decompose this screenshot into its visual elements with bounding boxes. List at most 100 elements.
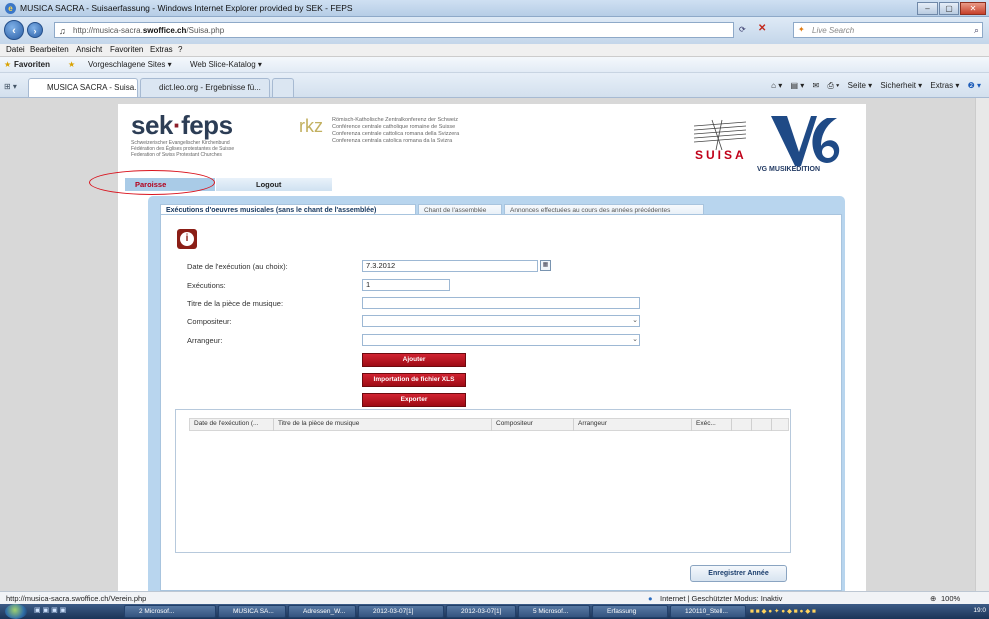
forward-arrow-icon[interactable]: › xyxy=(27,22,43,38)
chevron-down-icon[interactable]: ⌄ xyxy=(630,316,640,326)
web-slice-gallery-link[interactable]: Web Slice-Katalog ▾ xyxy=(190,60,262,69)
start-button[interactable] xyxy=(5,604,27,619)
taskbar-clock: 19:0 xyxy=(973,607,986,614)
compositeur-select[interactable] xyxy=(362,315,640,327)
menu-bar: Datei Bearbeiten Ansicht Favoriten Extra… xyxy=(0,44,989,57)
taskbar-item[interactable]: 2012-03-07[1] xyxy=(446,605,516,618)
rkz-logo: rkz xyxy=(299,116,323,136)
music-note-icon: ♫ xyxy=(59,26,66,36)
import-xls-button[interactable]: Importation de fichier XLS xyxy=(362,373,466,387)
ie-logo-icon: e xyxy=(5,3,16,14)
rkz-line-de: Römisch-Katholische Zentralkonferenz der… xyxy=(332,117,458,123)
print-icon[interactable]: ⎙ ▾ xyxy=(827,81,839,90)
safety-menu[interactable]: Sicherheit ▾ xyxy=(880,81,922,90)
status-zoom[interactable]: 100% xyxy=(941,594,960,603)
logo-dot: · xyxy=(172,110,182,140)
taskbar-item[interactable]: 2012-03-07[1] xyxy=(358,605,444,618)
suggested-sites-link[interactable]: Vorgeschlagene Sites ▾ xyxy=(88,60,172,69)
live-search-icon: ✦ xyxy=(798,25,805,34)
suisa-staff-icon xyxy=(693,119,747,151)
menu-extras[interactable]: Extras xyxy=(150,45,173,54)
sek-feps-logo: sek·feps xyxy=(131,110,233,141)
favorites-button[interactable]: Favoriten xyxy=(14,60,50,69)
quick-launch-icons[interactable]: ▣ ▣ ▣ ▣ xyxy=(34,606,122,617)
logo-feps: feps xyxy=(181,110,233,140)
zoom-icon[interactable]: ⊕ xyxy=(930,594,936,603)
enregistrer-annee-button[interactable]: Enregistrer Année xyxy=(690,565,787,582)
vertical-scrollbar[interactable] xyxy=(975,98,989,591)
globe-icon: ● xyxy=(648,594,653,603)
column-extra-1[interactable] xyxy=(732,418,752,431)
compositeur-label: Compositeur: xyxy=(187,317,232,326)
menu-favoriten[interactable]: Favoriten xyxy=(110,45,143,54)
help-icon[interactable]: ❷ ▾ xyxy=(968,81,981,90)
feeds-icon[interactable]: ▤ ▾ xyxy=(790,81,804,90)
taskbar-item[interactable]: 120110_Stell... xyxy=(670,605,746,618)
rkz-line-fr: Conférence centrale catholique romaine d… xyxy=(332,124,456,130)
titre-label: Titre de la pièce de musique: xyxy=(187,299,284,308)
quick-tabs-icon[interactable]: ⊞ ▾ xyxy=(4,82,17,91)
mail-icon[interactable]: ✉ xyxy=(813,81,820,90)
taskbar-item[interactable]: 5 Microsof... xyxy=(518,605,590,618)
new-tab-button[interactable] xyxy=(272,78,294,97)
chevron-down-icon[interactable]: ⌄ xyxy=(630,335,640,345)
windows-taskbar: ▣ ▣ ▣ ▣ 2 Microsof... MUSICA SA... Adres… xyxy=(0,604,989,619)
favorites-bar: ★ Favoriten ★ Vorgeschlagene Sites ▾ Web… xyxy=(0,57,989,73)
column-executions[interactable]: Exéc... xyxy=(692,418,732,431)
system-tray-icons[interactable]: ■ ■ ◆ ● ✦ ● ◆ ■ ● ◆ ■ xyxy=(750,607,960,616)
browser-tab-bar: ⊞ ▾ MUSICA SACRA - Suisa... dict.leo.org… xyxy=(0,73,989,98)
logout-link[interactable]: Logout xyxy=(216,178,332,191)
refresh-icon[interactable]: ⟳ xyxy=(739,25,746,34)
close-button[interactable]: ✕ xyxy=(960,2,986,15)
browser-tab-musica-sacra[interactable]: MUSICA SACRA - Suisa... xyxy=(28,78,138,97)
taskbar-item[interactable]: 2 Microsof... xyxy=(124,605,216,618)
status-bar: http://musica-sacra.swoffice.ch/Verein.p… xyxy=(0,591,989,604)
date-label: Date de l'exécution (au choix): xyxy=(187,262,288,271)
taskbar-item[interactable]: Adressen_W... xyxy=(288,605,356,618)
search-input[interactable]: ✦ Live Search ⌕ xyxy=(793,22,983,38)
add-favorite-icon[interactable]: ★ xyxy=(68,60,75,69)
home-icon[interactable]: ⌂ ▾ xyxy=(771,81,782,90)
executions-input[interactable]: 1 xyxy=(362,279,450,291)
taskbar-item[interactable]: MUSICA SA... xyxy=(218,605,286,618)
status-url: http://musica-sacra.swoffice.ch/Verein.p… xyxy=(6,594,147,603)
address-bar[interactable]: ♫ http://musica-sacra.swoffice.ch/Suisa.… xyxy=(54,22,734,38)
tools-menu[interactable]: Extras ▾ xyxy=(930,81,959,90)
menu-bearbeiten[interactable]: Bearbeiten xyxy=(30,45,69,54)
browser-tab-dict-leo[interactable]: dict.leo.org - Ergebnisse fü... xyxy=(140,78,270,97)
navigation-bar: ‹ › ♫ http://musica-sacra.swoffice.ch/Su… xyxy=(0,17,989,44)
column-compositeur[interactable]: Compositeur xyxy=(492,418,574,431)
column-extra-2[interactable] xyxy=(752,418,772,431)
address-domain: swoffice.ch xyxy=(142,26,187,35)
address-prefix: http://musica-sacra. xyxy=(73,26,143,35)
back-arrow-icon[interactable]: ‹ xyxy=(4,20,24,40)
menu-help[interactable]: ? xyxy=(178,45,182,54)
ajouter-button[interactable]: Ajouter xyxy=(362,353,466,367)
arrangeur-label: Arrangeur: xyxy=(187,336,223,345)
taskbar-item[interactable]: Erfassung xyxy=(592,605,668,618)
menu-ansicht[interactable]: Ansicht xyxy=(76,45,102,54)
column-date[interactable]: Date de l'exécution (... xyxy=(190,418,274,431)
arrangeur-select[interactable] xyxy=(362,334,640,346)
rkz-line-it: Conferenza centrale cattolica romana del… xyxy=(332,131,460,137)
maximize-button[interactable]: ▢ xyxy=(939,2,959,15)
calendar-icon[interactable]: ▦ xyxy=(540,260,551,271)
date-input[interactable]: 7.3.2012 xyxy=(362,260,538,272)
minimize-button[interactable]: – xyxy=(917,2,938,15)
page-menu[interactable]: Seite ▾ xyxy=(848,81,872,90)
stop-icon[interactable]: ✕ xyxy=(758,23,766,34)
rkz-line-rm: Conferenza centrala catolica romana da l… xyxy=(332,138,453,144)
search-placeholder: Live Search xyxy=(812,26,855,35)
favorites-star-icon: ★ xyxy=(4,60,12,69)
search-icon[interactable]: ⌕ xyxy=(974,25,979,36)
browser-tab-label: dict.leo.org - Ergebnisse fü... xyxy=(159,83,261,92)
vg-musikedition-label: VG MUSIKEDITION xyxy=(757,166,821,173)
menu-datei[interactable]: Datei xyxy=(6,45,25,54)
exporter-button[interactable]: Exporter xyxy=(362,393,466,407)
logo-subtitle-en: Federation of Swiss Protestant Churches xyxy=(131,152,222,158)
titre-input[interactable] xyxy=(362,297,640,309)
column-titre[interactable]: Titre de la pièce de musique xyxy=(274,418,492,431)
info-icon: i xyxy=(177,229,197,249)
address-url: http://musica-sacra.swoffice.ch/Suisa.ph… xyxy=(73,26,224,35)
column-arrangeur[interactable]: Arrangeur xyxy=(574,418,692,431)
